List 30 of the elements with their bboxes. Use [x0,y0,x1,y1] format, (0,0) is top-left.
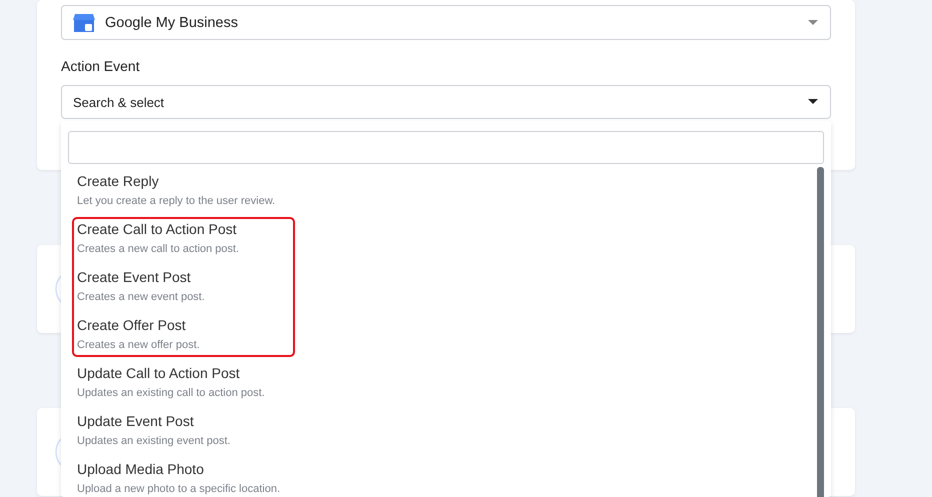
option-description: Let you create a reply to the user review. [77,195,276,207]
option-title[interactable]: Update Call to Action Post [77,365,240,381]
caret-icon [808,99,818,105]
option-title[interactable]: Update Event Post [77,413,194,429]
select-value: Search & select [73,94,166,110]
action-event-select[interactable]: Search & select [61,85,831,119]
option-title[interactable]: Create Event Post [77,269,191,285]
option-description: Creates a new offer post. [77,339,200,351]
option-title[interactable]: Upload Media Photo [77,461,204,477]
option-row[interactable]: Create Reply Let you create a reply to the user review. [72,169,295,217]
option-row[interactable]: Upload Media Photo Upload a new photo to a specific location. [72,457,295,497]
option-description: Creates a new call to action post. [77,243,240,255]
option-description: Updates an existing event post. [77,435,230,447]
select-value: Google My Business [105,14,239,30]
option-description: Creates a new event post. [77,291,205,303]
app-select[interactable]: Google My Business [61,5,831,40]
option-title[interactable]: Create Offer Post [77,317,186,333]
option-description: Updates an existing call to action post. [77,387,265,399]
option-title[interactable]: Create Reply [77,173,159,189]
option-row[interactable]: Update Event Post Updates an existing event post. [72,409,295,457]
option-description: Upload a new photo to a specific location. [77,483,280,495]
option-row[interactable]: Update Call to Action Post Updates an existing call to action post. [72,361,295,409]
option-row[interactable]: Create Event Post Creates a new event post. [72,265,295,313]
store-icon [73,12,95,32]
scrollbar[interactable] [817,167,824,497]
field-label: Action Event [61,58,140,74]
option-row[interactable]: Create Offer Post Creates a new offer post. [72,313,295,357]
caret-icon [808,20,818,26]
option-title[interactable]: Create Call to Action Post [77,221,237,237]
option-row[interactable]: Create Call to Action Post Creates a new call to action post. [72,217,295,265]
